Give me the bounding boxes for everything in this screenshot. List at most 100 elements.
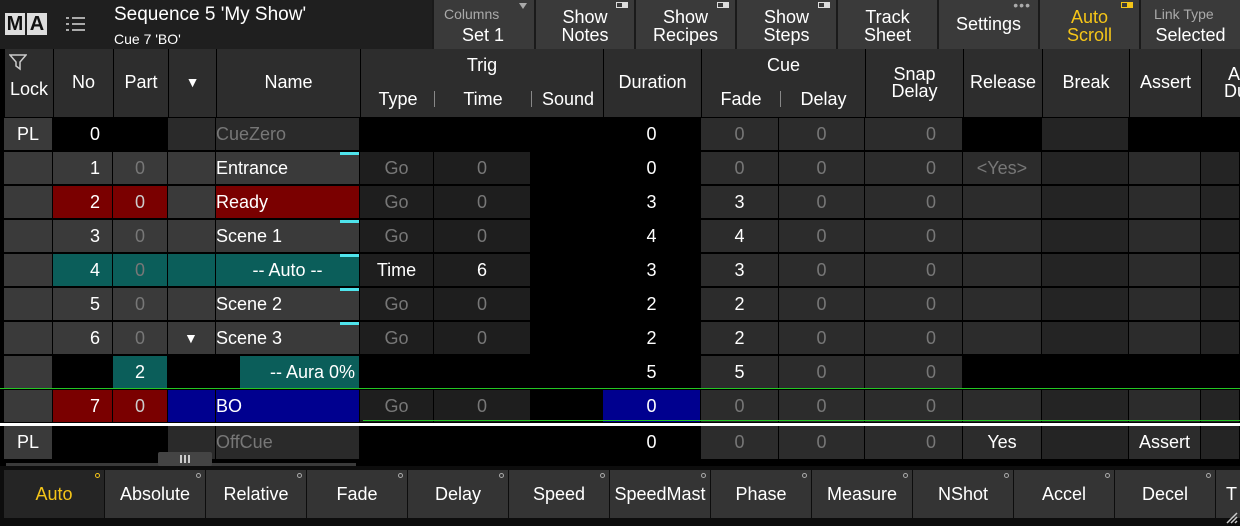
cell-dup[interactable]: [1201, 390, 1239, 422]
cell-name[interactable]: Scene 3: [216, 322, 359, 354]
cell-break[interactable]: [1042, 288, 1128, 320]
track-sheet-button[interactable]: Track Sheet: [836, 0, 937, 49]
cell-part[interactable]: 2: [113, 356, 167, 388]
cell-assert[interactable]: [1129, 118, 1200, 150]
cell-release[interactable]: [963, 390, 1041, 422]
cell-dup[interactable]: [1201, 425, 1239, 459]
cell-name[interactable]: BO: [216, 390, 359, 422]
cell-assert[interactable]: [1129, 220, 1200, 252]
cell-trig-type[interactable]: Go: [360, 322, 433, 354]
cell-part[interactable]: 0: [113, 152, 167, 184]
cell-lock[interactable]: [4, 220, 52, 252]
cell-sound[interactable]: [531, 186, 602, 218]
scrollbar-grip-icon[interactable]: [158, 452, 212, 466]
cell-part[interactable]: 0: [113, 220, 167, 252]
cell-expand[interactable]: [168, 152, 215, 184]
resize-handle-icon[interactable]: [1224, 510, 1238, 524]
cell-sound[interactable]: [531, 390, 602, 422]
toolbar-measure-button[interactable]: Measure: [812, 470, 912, 518]
show-notes-button[interactable]: Show Notes: [534, 0, 634, 49]
toolbar-phase-button[interactable]: Phase: [711, 470, 811, 518]
cell-no[interactable]: 2: [53, 186, 112, 218]
col-sound[interactable]: Sound: [532, 89, 604, 110]
cell-snap-delay[interactable]: 0: [865, 220, 962, 252]
cell-lock[interactable]: [4, 288, 52, 320]
col-assert[interactable]: Assert: [1129, 49, 1201, 117]
cell-break[interactable]: [1042, 425, 1128, 459]
collapse-triangle-icon[interactable]: ▼: [168, 322, 215, 354]
cell-lock[interactable]: [4, 322, 52, 354]
cell-dup[interactable]: [1201, 118, 1239, 150]
cell-trig-type[interactable]: [360, 425, 433, 459]
cell-assert[interactable]: [1129, 322, 1200, 354]
col-delay[interactable]: Delay: [781, 89, 866, 110]
cell-break[interactable]: [1042, 118, 1128, 150]
toolbar-absolute-button[interactable]: Absolute: [105, 470, 205, 518]
cell-snap-delay[interactable]: 0: [865, 288, 962, 320]
cell-name[interactable]: Scene 2: [216, 288, 359, 320]
cell-name[interactable]: -- Aura 0%: [240, 356, 359, 388]
cell-no[interactable]: 0: [53, 118, 112, 150]
cell-assert[interactable]: [1129, 390, 1200, 422]
cell-trig-time[interactable]: 0: [434, 288, 530, 320]
cell-trig-time[interactable]: [434, 118, 530, 150]
toolbar-auto-button[interactable]: Auto: [4, 470, 104, 518]
cell-release[interactable]: [963, 288, 1041, 320]
cell-lock[interactable]: [4, 152, 52, 184]
cell-part[interactable]: 0: [113, 186, 167, 218]
cell-break[interactable]: [1042, 390, 1128, 422]
cell-break[interactable]: [1042, 322, 1128, 354]
cell-assert[interactable]: Assert: [1129, 425, 1200, 459]
cell-trig-time[interactable]: [434, 425, 530, 459]
cell-name[interactable]: -- Auto --: [216, 254, 359, 286]
cell-expand[interactable]: [168, 356, 215, 388]
cell-dup[interactable]: [1201, 322, 1239, 354]
cell-no[interactable]: 6: [53, 322, 112, 354]
cell-trig-time[interactable]: [434, 356, 530, 388]
cell-fade[interactable]: 0: [701, 152, 778, 184]
cell-fade[interactable]: 4: [701, 220, 778, 252]
cell-name[interactable]: Ready: [216, 186, 359, 218]
cell-trig-type[interactable]: [360, 118, 433, 150]
cell-snap-delay[interactable]: 0: [865, 425, 962, 459]
cell-dup[interactable]: [1201, 152, 1239, 184]
list-menu-icon[interactable]: [66, 16, 86, 32]
columns-button[interactable]: Columns Set 1: [432, 0, 534, 49]
cell-name[interactable]: CueZero: [216, 118, 359, 150]
cell-no[interactable]: 5: [53, 288, 112, 320]
cell-assert[interactable]: [1129, 152, 1200, 184]
cell-part[interactable]: 0: [113, 390, 167, 422]
cell-duration[interactable]: 0: [603, 152, 700, 184]
cell-release[interactable]: [963, 322, 1041, 354]
cell-trig-time[interactable]: 0: [434, 220, 530, 252]
cell-duration[interactable]: 3: [603, 186, 700, 218]
cell-release[interactable]: <Yes>: [963, 152, 1041, 184]
cell-break[interactable]: [1042, 220, 1128, 252]
cell-duration[interactable]: 4: [603, 220, 700, 252]
cell-lock[interactable]: [4, 254, 52, 286]
cell-dup[interactable]: [1201, 220, 1239, 252]
cell-expand[interactable]: [168, 390, 215, 422]
cell-sound[interactable]: [531, 322, 602, 354]
cell-dup[interactable]: [1201, 356, 1239, 388]
toolbar-relative-button[interactable]: Relative: [206, 470, 306, 518]
cell-part[interactable]: 0: [113, 322, 167, 354]
col-dup[interactable]: A Dup: [1201, 49, 1240, 117]
cell-no[interactable]: 7: [53, 390, 112, 422]
cell-delay[interactable]: 0: [779, 186, 864, 218]
cell-sound[interactable]: [531, 425, 602, 459]
show-steps-button[interactable]: Show Steps: [735, 0, 836, 49]
cell-release[interactable]: [963, 220, 1041, 252]
show-recipes-button[interactable]: Show Recipes: [634, 0, 735, 49]
col-sort[interactable]: ▼: [168, 49, 216, 117]
cell-delay[interactable]: 0: [779, 152, 864, 184]
settings-button[interactable]: ••• Settings: [937, 0, 1038, 49]
cell-sound[interactable]: [531, 118, 602, 150]
col-part[interactable]: Part: [113, 49, 168, 117]
cell-part[interactable]: [113, 118, 167, 150]
cell-lock[interactable]: [4, 356, 52, 388]
auto-scroll-button[interactable]: Auto Scroll: [1038, 0, 1139, 49]
cell-name[interactable]: Scene 1: [216, 220, 359, 252]
cell-dup[interactable]: [1201, 186, 1239, 218]
cell-trig-type[interactable]: Time: [360, 254, 433, 286]
